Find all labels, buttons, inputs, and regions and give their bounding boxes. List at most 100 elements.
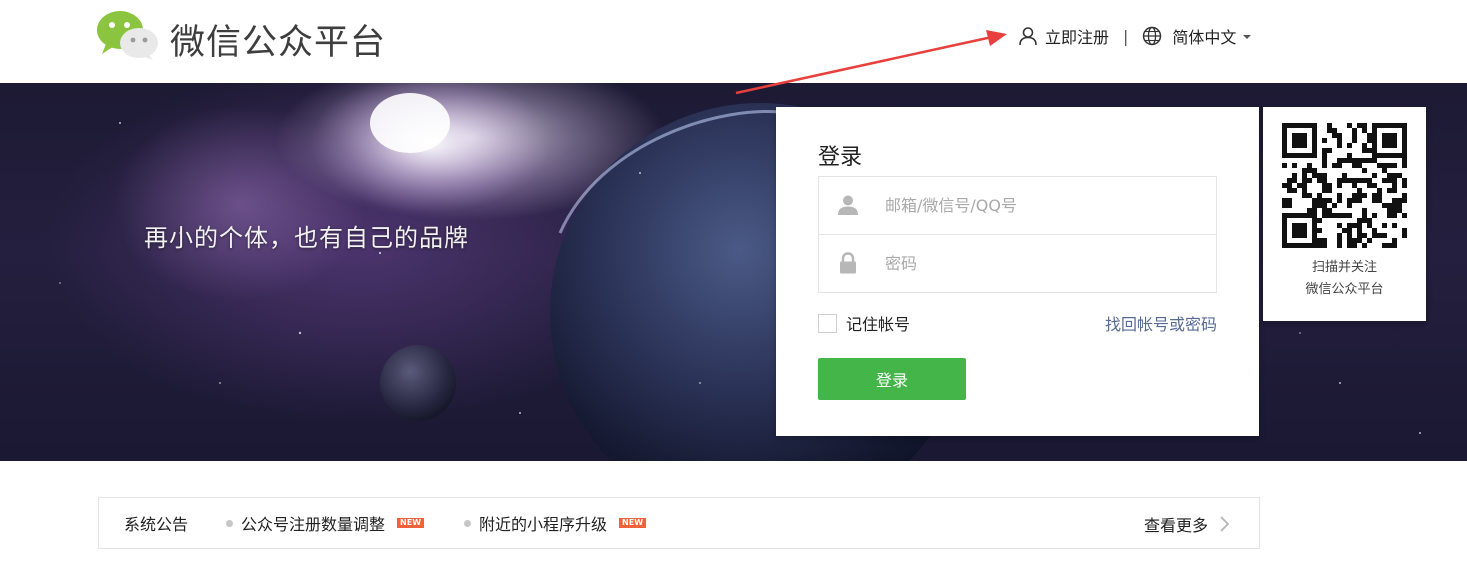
qr-module <box>1372 228 1377 233</box>
qr-module <box>1342 213 1347 218</box>
qr-module <box>1302 133 1307 138</box>
qr-module <box>1362 213 1367 218</box>
qr-module <box>1337 223 1342 228</box>
register-link[interactable]: 立即注册 <box>1018 24 1109 48</box>
notice-item[interactable]: 附近的小程序升级 NEW <box>464 511 647 535</box>
qr-module <box>1302 233 1307 238</box>
qr-module <box>1377 233 1382 238</box>
qr-module <box>1357 163 1362 168</box>
view-more-link[interactable]: 查看更多 <box>1144 512 1229 536</box>
qr-caption-line1: 扫描并关注 <box>1311 260 1377 275</box>
qr-panel: 扫描并关注 微信公众平台 <box>1263 107 1426 321</box>
qr-module <box>1402 158 1407 163</box>
qr-module <box>1382 138 1387 143</box>
notice-item[interactable]: 公众号注册数量调整 NEW <box>226 511 425 535</box>
qr-module <box>1287 198 1292 203</box>
qr-module <box>1302 168 1307 173</box>
qr-module <box>1317 228 1322 233</box>
qr-module <box>1387 213 1392 218</box>
remember-account[interactable]: 记住帐号 <box>818 311 910 335</box>
qr-module <box>1397 208 1402 213</box>
qr-module <box>1302 223 1307 228</box>
qr-module <box>1337 183 1342 188</box>
qr-module <box>1382 243 1387 248</box>
qr-module <box>1357 123 1362 128</box>
qr-module <box>1337 198 1342 203</box>
qr-module <box>1302 143 1307 148</box>
qr-module <box>1382 178 1387 183</box>
qr-module <box>1282 198 1287 203</box>
qr-module <box>1307 243 1312 248</box>
qr-module <box>1382 143 1387 148</box>
qr-module <box>1392 188 1397 193</box>
qr-module <box>1312 198 1317 203</box>
qr-module <box>1362 178 1367 183</box>
qr-module <box>1287 178 1292 183</box>
qr-module <box>1352 193 1357 198</box>
qr-module <box>1372 133 1377 138</box>
qr-module <box>1292 233 1297 238</box>
qr-module <box>1347 243 1352 248</box>
qr-module <box>1352 158 1357 163</box>
qr-module <box>1347 158 1352 163</box>
qr-module <box>1352 163 1357 168</box>
qr-module <box>1367 138 1372 143</box>
qr-module <box>1292 138 1297 143</box>
qr-module <box>1337 213 1342 218</box>
qr-module <box>1357 223 1362 228</box>
qr-module <box>1302 193 1307 198</box>
qr-module <box>1372 148 1377 153</box>
username-input[interactable] <box>885 177 1205 234</box>
qr-module <box>1307 178 1312 183</box>
qr-module <box>1392 203 1397 208</box>
username-field[interactable] <box>818 176 1217 235</box>
qr-module <box>1312 208 1317 213</box>
new-badge: NEW <box>397 518 425 528</box>
qr-module <box>1282 228 1287 233</box>
qr-module <box>1382 233 1387 238</box>
qr-code-image <box>1282 123 1407 248</box>
wechat-logo-icon[interactable] <box>96 10 160 60</box>
qr-module <box>1362 233 1367 238</box>
qr-module <box>1342 173 1347 178</box>
qr-module <box>1307 208 1312 213</box>
qr-module <box>1327 148 1332 153</box>
forgot-password-link[interactable]: 找回帐号或密码 <box>1105 311 1217 335</box>
qr-module <box>1327 198 1332 203</box>
qr-module <box>1357 233 1362 238</box>
user-icon <box>838 195 858 215</box>
qr-module <box>1327 123 1332 128</box>
qr-module <box>1392 243 1397 248</box>
qr-module <box>1297 243 1302 248</box>
qr-module <box>1287 213 1292 218</box>
password-field[interactable] <box>818 234 1217 293</box>
banner-slogan: 再小的个体，也有自己的品牌 <box>144 224 469 252</box>
qr-module <box>1387 153 1392 158</box>
qr-module <box>1402 153 1407 158</box>
bullet-icon <box>464 519 472 527</box>
qr-module <box>1352 178 1357 183</box>
qr-module <box>1322 173 1327 178</box>
qr-module <box>1397 123 1402 128</box>
qr-module <box>1307 193 1312 198</box>
qr-module <box>1402 178 1407 183</box>
qr-module <box>1402 148 1407 153</box>
qr-module <box>1362 168 1367 173</box>
remember-label: 记住帐号 <box>846 315 911 334</box>
remember-checkbox[interactable] <box>818 313 837 333</box>
qr-module <box>1357 188 1362 193</box>
qr-module <box>1307 213 1312 218</box>
qr-module <box>1382 133 1387 138</box>
qr-module <box>1387 138 1392 143</box>
qr-module <box>1292 143 1297 148</box>
qr-module <box>1312 238 1317 243</box>
notice-label: 系统公告 <box>124 515 189 534</box>
language-selector[interactable]: 简体中文 <box>1142 24 1252 48</box>
qr-module <box>1372 213 1377 218</box>
password-input[interactable] <box>885 235 1205 292</box>
qr-module <box>1312 148 1317 153</box>
qr-module <box>1307 123 1312 128</box>
qr-module <box>1382 163 1387 168</box>
qr-module <box>1312 173 1317 178</box>
login-button[interactable]: 登录 <box>818 358 966 400</box>
